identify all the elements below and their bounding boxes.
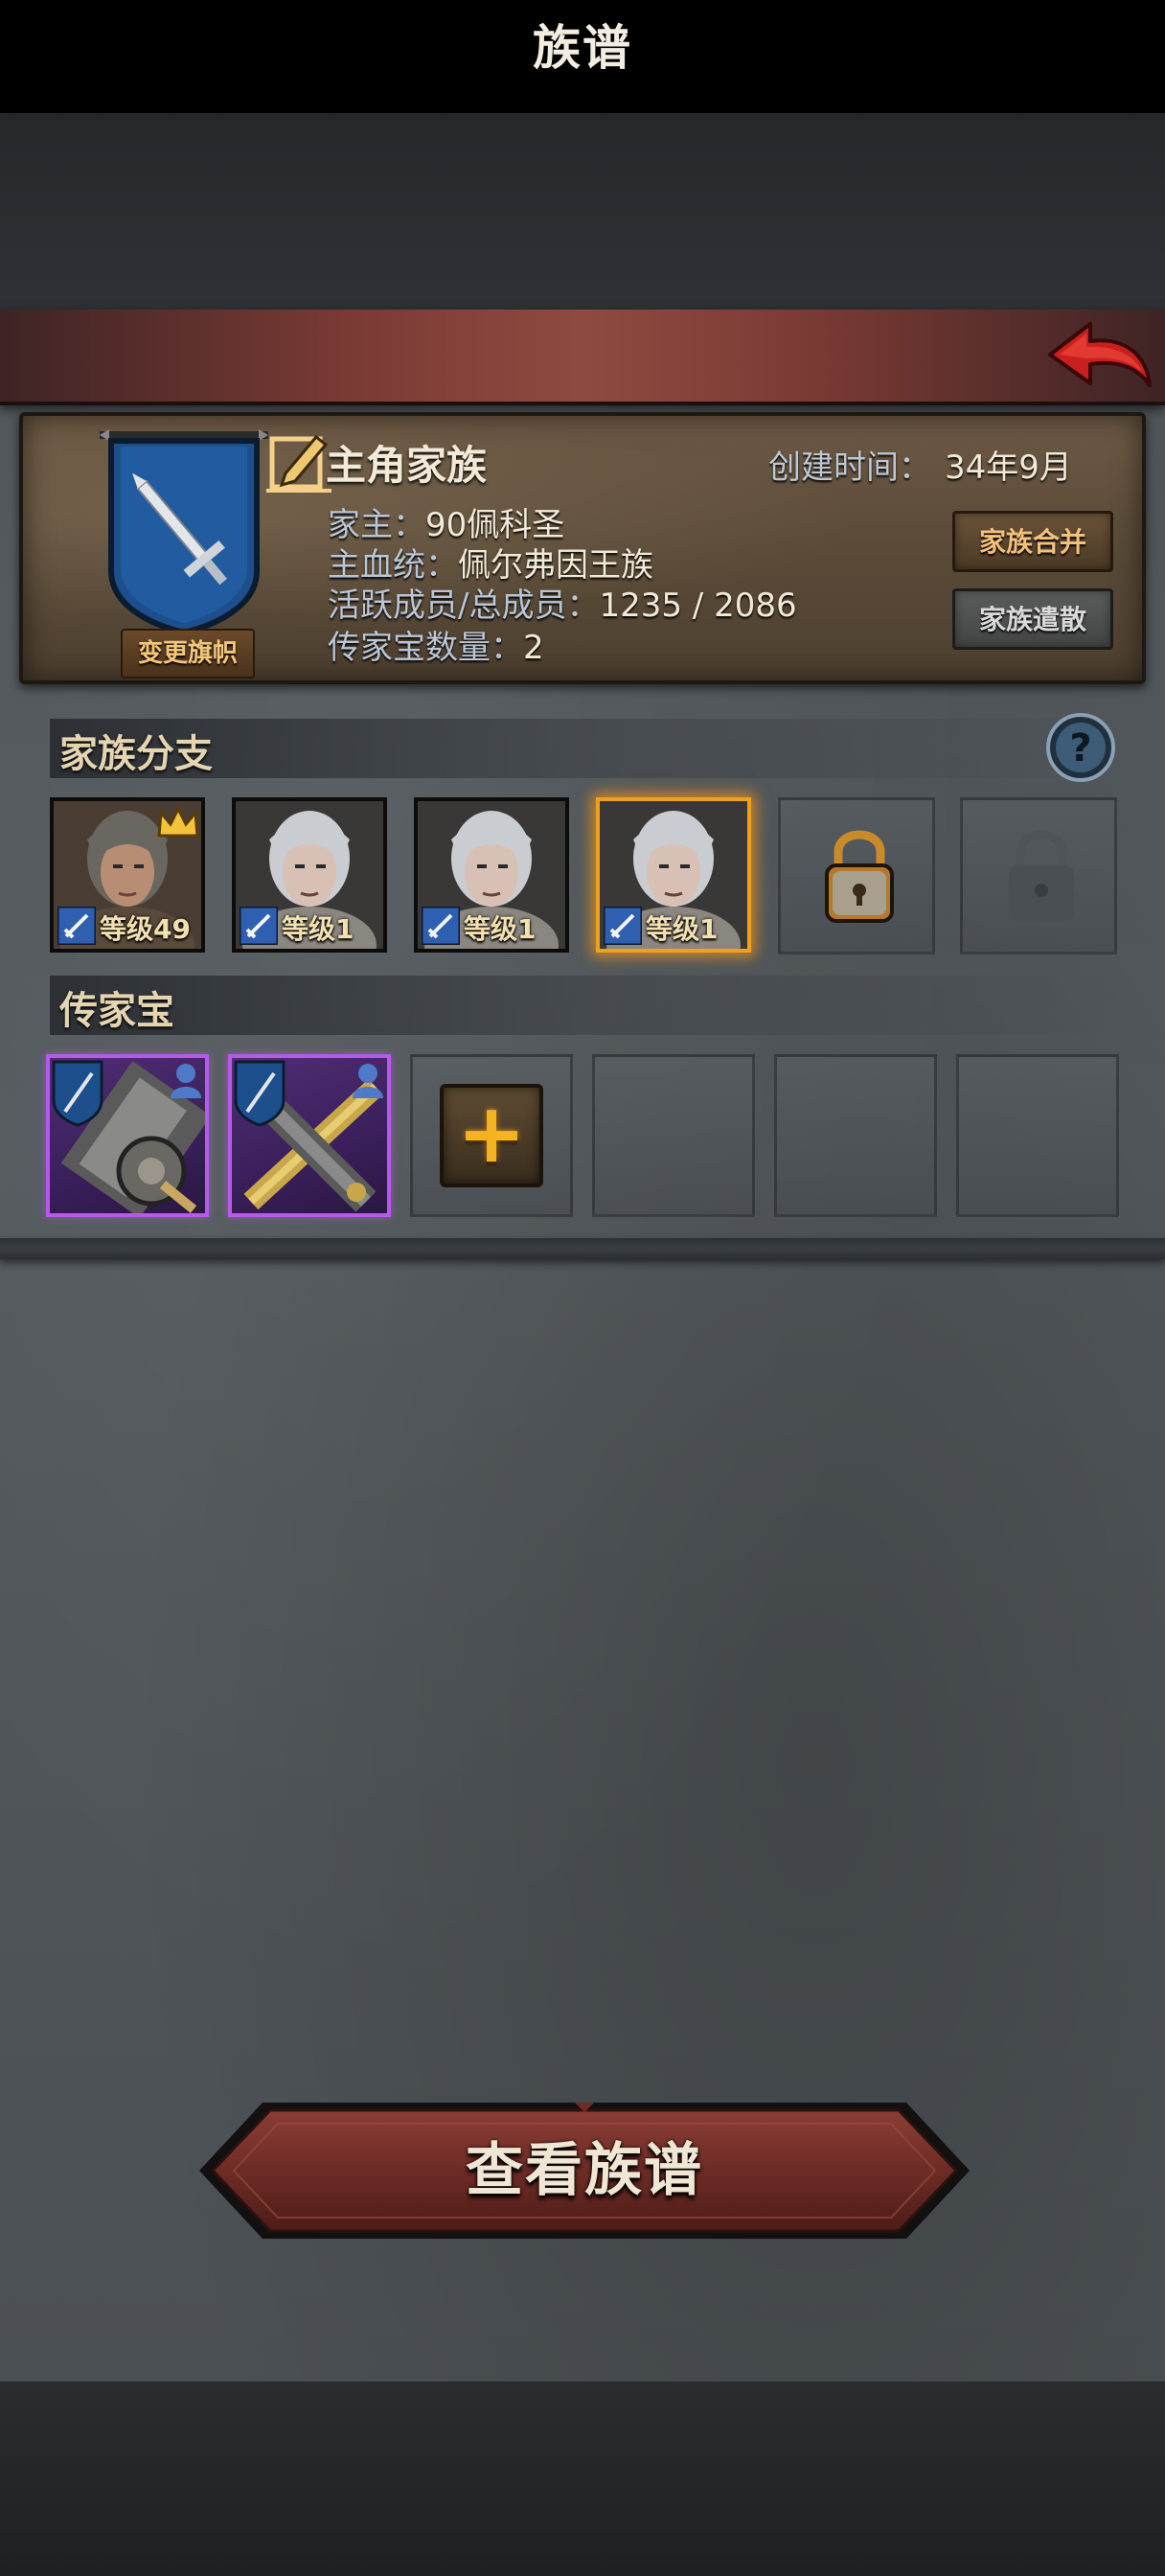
view-family-tree-label: 查看族谱	[466, 2137, 703, 2204]
shield-axe-icon	[52, 1060, 205, 1213]
sword-class-icon	[422, 907, 460, 945]
heirlooms-title: 传家宝	[59, 989, 174, 1033]
heirloom-count-value: 2	[523, 629, 544, 667]
svg-text:?: ?	[1069, 726, 1091, 770]
crossed-swords-icon	[234, 1060, 383, 1212]
member-level: 等级1	[282, 913, 354, 945]
plus-icon[interactable]: +	[440, 1084, 543, 1187]
top-backdrop	[0, 113, 1165, 310]
lock-icon	[825, 830, 894, 923]
edit-icon[interactable]	[266, 427, 331, 494]
heirloom-slot[interactable]	[228, 1054, 391, 1217]
branches-title: 家族分支	[59, 732, 213, 776]
empty-heirloom-slot[interactable]	[956, 1054, 1119, 1217]
members-line: 活跃成员/总成员：1235 / 2086	[328, 579, 797, 626]
member-level: 等级1	[646, 913, 719, 945]
bottom-backdrop	[0, 2381, 1165, 2576]
member-level: 等级49	[100, 913, 191, 945]
heirloom-slot[interactable]	[46, 1054, 209, 1217]
view-family-tree-button[interactable]: 查看族谱	[195, 2099, 973, 2242]
heirloom-count-label: 传家宝数量：	[328, 629, 523, 667]
family-disband-button[interactable]: 家族遣散	[952, 588, 1113, 650]
created-label: 创建时间：	[768, 448, 931, 487]
plus-symbol: +	[456, 1086, 527, 1182]
members-value: 1235 / 2086	[599, 586, 797, 625]
crown-icon	[157, 805, 199, 838]
add-heirloom-slot[interactable]: +	[410, 1054, 573, 1217]
sword-class-icon	[604, 907, 642, 945]
back-arrow-icon	[1048, 322, 1152, 387]
lock-icon	[1009, 830, 1074, 921]
member-level: 等级1	[464, 913, 537, 945]
empty-heirloom-slot[interactable]	[592, 1054, 755, 1217]
members-label: 活跃成员/总成员：	[328, 586, 600, 625]
branch-member-card[interactable]: 等级1	[232, 797, 387, 953]
back-button[interactable]	[1046, 316, 1154, 399]
family-merge-button[interactable]: 家族合并	[952, 511, 1113, 572]
title-bar	[0, 310, 1165, 405]
change-banner-button[interactable]: 变更旗帜	[121, 629, 255, 678]
sword-banner-icon	[100, 429, 268, 632]
section-divider	[0, 1238, 1165, 1259]
page-title: 族谱	[533, 20, 632, 76]
branch-member-card[interactable]: 等级1	[414, 797, 569, 953]
heirlooms-header	[50, 976, 1123, 1035]
heirloom-count-line: 传家宝数量：2	[328, 621, 544, 668]
created-time: 创建时间： 34年9月	[768, 441, 1072, 488]
empty-heirloom-slot[interactable]	[774, 1054, 937, 1217]
sword-class-icon	[240, 907, 278, 945]
sword-class-icon	[57, 907, 96, 945]
branch-member-card[interactable]: 等级49	[50, 797, 205, 953]
created-value: 34年9月	[945, 448, 1072, 487]
locked-branch-slot[interactable]	[960, 797, 1117, 954]
branch-member-card[interactable]: 等级1	[596, 797, 751, 953]
family-name: 主角家族	[326, 442, 488, 489]
help-icon[interactable]: ?	[1044, 711, 1117, 784]
locked-branch-slot[interactable]	[778, 797, 935, 954]
